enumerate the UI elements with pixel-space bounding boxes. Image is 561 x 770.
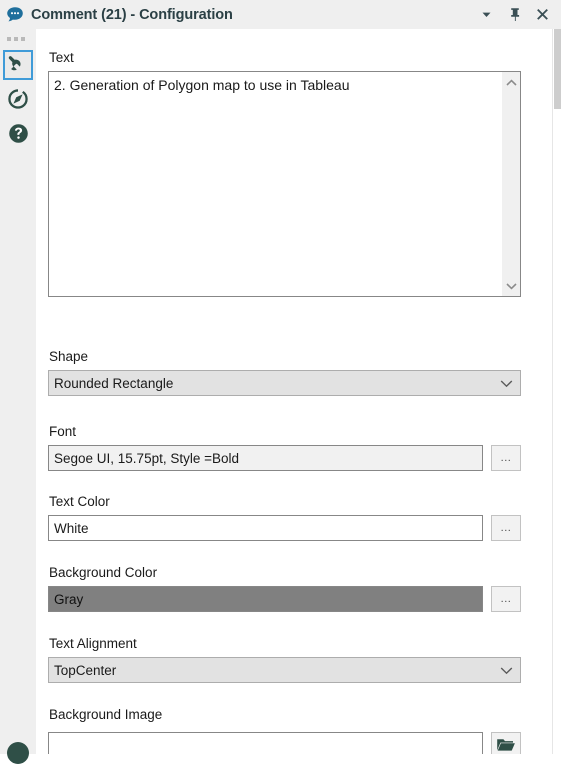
font-input[interactable]: Segoe UI, 15.75pt, Style =Bold xyxy=(48,445,483,471)
sidebar-item-configuration[interactable] xyxy=(3,50,33,80)
background-image-browse-button[interactable] xyxy=(491,732,521,754)
background-color-browse-label: ... xyxy=(500,593,512,605)
font-label: Font xyxy=(49,424,77,439)
rail-bottom-icon[interactable] xyxy=(6,741,30,765)
text-color-label: Text Color xyxy=(49,494,110,509)
comment-bubble-icon xyxy=(6,6,24,24)
page-title: Comment (21) - Configuration xyxy=(31,6,233,23)
background-color-label: Background Color xyxy=(49,565,158,580)
wrench-icon xyxy=(8,52,29,78)
shape-select[interactable]: Rounded Rectangle xyxy=(48,370,521,396)
titlebar: Comment (21) - Configuration xyxy=(0,0,561,29)
text-scrollbar[interactable] xyxy=(502,72,520,296)
compass-icon xyxy=(7,88,29,115)
text-alignment-value: TopCenter xyxy=(54,662,117,678)
shape-select-value: Rounded Rectangle xyxy=(54,375,174,391)
text-label: Text xyxy=(49,50,74,65)
pin-icon[interactable] xyxy=(506,6,523,23)
background-image-label: Background Image xyxy=(49,707,163,722)
settings-form: Text 2. Generation of Polygon map to use… xyxy=(36,29,552,754)
chevron-down-icon xyxy=(500,666,513,675)
menu-caret-icon[interactable] xyxy=(478,6,495,23)
window-controls xyxy=(478,6,553,23)
chevron-up-icon[interactable] xyxy=(503,74,520,91)
help-icon xyxy=(8,123,29,149)
text-color-browse-button[interactable]: ... xyxy=(491,515,521,541)
font-browse-label: ... xyxy=(500,452,512,464)
font-input-value: Segoe UI, 15.75pt, Style =Bold xyxy=(54,450,239,466)
configuration-panel: Comment (21) - Configuration Text 2. Gen… xyxy=(0,0,561,764)
sidebar-item-annotation[interactable] xyxy=(3,86,33,116)
background-color-value: Gray xyxy=(54,591,84,607)
text-color-browse-label: ... xyxy=(500,522,512,534)
chevron-down-icon[interactable] xyxy=(503,277,520,294)
drag-handle-icon[interactable] xyxy=(7,35,29,43)
text-color-input[interactable]: White xyxy=(48,515,483,541)
text-color-value: White xyxy=(54,520,89,536)
background-image-input[interactable] xyxy=(48,732,483,754)
panel-scrollbar-thumb[interactable] xyxy=(554,29,561,109)
sidebar-item-help[interactable] xyxy=(3,121,33,151)
background-color-input[interactable]: Gray xyxy=(48,586,483,612)
folder-open-icon xyxy=(496,736,516,755)
chevron-down-icon xyxy=(500,379,513,388)
close-icon[interactable] xyxy=(534,6,551,23)
text-input-value: 2. Generation of Polygon map to use in T… xyxy=(54,77,350,93)
shape-label: Shape xyxy=(49,349,89,364)
icon-rail xyxy=(0,29,36,764)
text-alignment-select[interactable]: TopCenter xyxy=(48,657,521,683)
text-input[interactable]: 2. Generation of Polygon map to use in T… xyxy=(48,71,521,297)
font-browse-button[interactable]: ... xyxy=(491,445,521,471)
text-alignment-label: Text Alignment xyxy=(49,636,137,651)
background-color-browse-button[interactable]: ... xyxy=(491,586,521,612)
panel-scrollbar[interactable] xyxy=(552,29,561,754)
